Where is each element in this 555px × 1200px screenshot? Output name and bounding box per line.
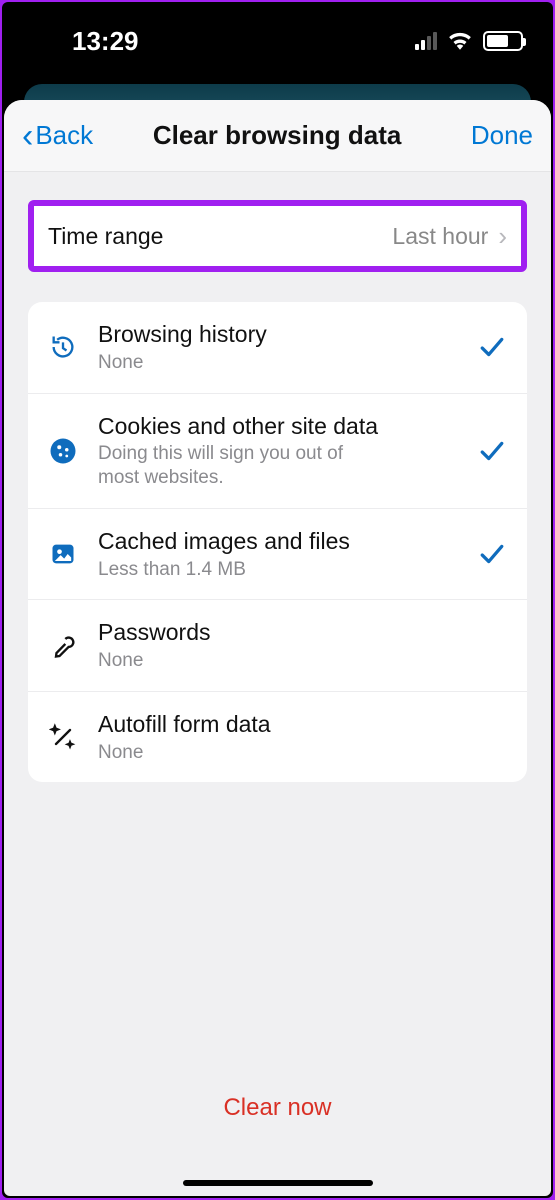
- item-title: Cached images and files: [98, 527, 459, 556]
- item-subtitle: Doing this will sign you out of most web…: [98, 442, 388, 490]
- cellular-signal-icon: [415, 32, 437, 50]
- cookie-icon: [46, 434, 80, 468]
- status-time: 13:29: [72, 26, 139, 57]
- back-label: Back: [35, 120, 93, 151]
- footer-bar: Clear now: [4, 1076, 551, 1196]
- image-icon: [46, 537, 80, 571]
- content-area: Time range Last hour › Browsing history …: [4, 172, 551, 1196]
- list-item[interactable]: Browsing history None: [28, 302, 527, 394]
- home-indicator[interactable]: [183, 1180, 373, 1186]
- time-range-label: Time range: [48, 223, 163, 250]
- item-subtitle: Less than 1.4 MB: [98, 558, 459, 582]
- checkmark-icon: [477, 336, 507, 358]
- item-title: Passwords: [98, 618, 459, 647]
- history-icon: [46, 330, 80, 364]
- item-subtitle: None: [98, 649, 459, 673]
- status-indicators: [415, 26, 523, 57]
- list-item[interactable]: Passwords None: [28, 600, 527, 692]
- time-range-value-group: Last hour ›: [392, 221, 507, 252]
- done-button[interactable]: Done: [461, 120, 533, 151]
- item-title: Browsing history: [98, 320, 459, 349]
- wand-icon: [46, 720, 80, 754]
- time-range-row[interactable]: Time range Last hour ›: [34, 206, 521, 266]
- nav-header: ‹ Back Clear browsing data Done: [4, 100, 551, 172]
- chevron-left-icon: ‹: [22, 119, 33, 153]
- item-subtitle: None: [98, 741, 459, 765]
- back-button[interactable]: ‹ Back: [22, 119, 93, 153]
- wifi-icon: [447, 26, 473, 57]
- page-title: Clear browsing data: [93, 120, 461, 151]
- battery-icon: [483, 31, 523, 51]
- item-title: Autofill form data: [98, 710, 459, 739]
- chevron-right-icon: ›: [498, 221, 507, 252]
- modal-sheet: ‹ Back Clear browsing data Done Time ran…: [4, 100, 551, 1196]
- checkmark-icon: [477, 440, 507, 462]
- time-range-highlight: Time range Last hour ›: [28, 200, 527, 272]
- status-bar: 13:29: [2, 2, 553, 80]
- list-item[interactable]: Cached images and files Less than 1.4 MB: [28, 509, 527, 601]
- data-types-list: Browsing history None Cookies and other …: [28, 302, 527, 782]
- time-range-value: Last hour: [392, 223, 488, 250]
- clear-now-button[interactable]: Clear now: [223, 1094, 331, 1122]
- list-item[interactable]: Cookies and other site data Doing this w…: [28, 394, 527, 509]
- key-icon: [46, 629, 80, 663]
- list-item[interactable]: Autofill form data None: [28, 692, 527, 783]
- item-title: Cookies and other site data: [98, 412, 459, 441]
- checkmark-icon: [477, 543, 507, 565]
- phone-frame: 13:29 ‹ Back Clear browsing data: [2, 2, 553, 1198]
- item-subtitle: None: [98, 351, 459, 375]
